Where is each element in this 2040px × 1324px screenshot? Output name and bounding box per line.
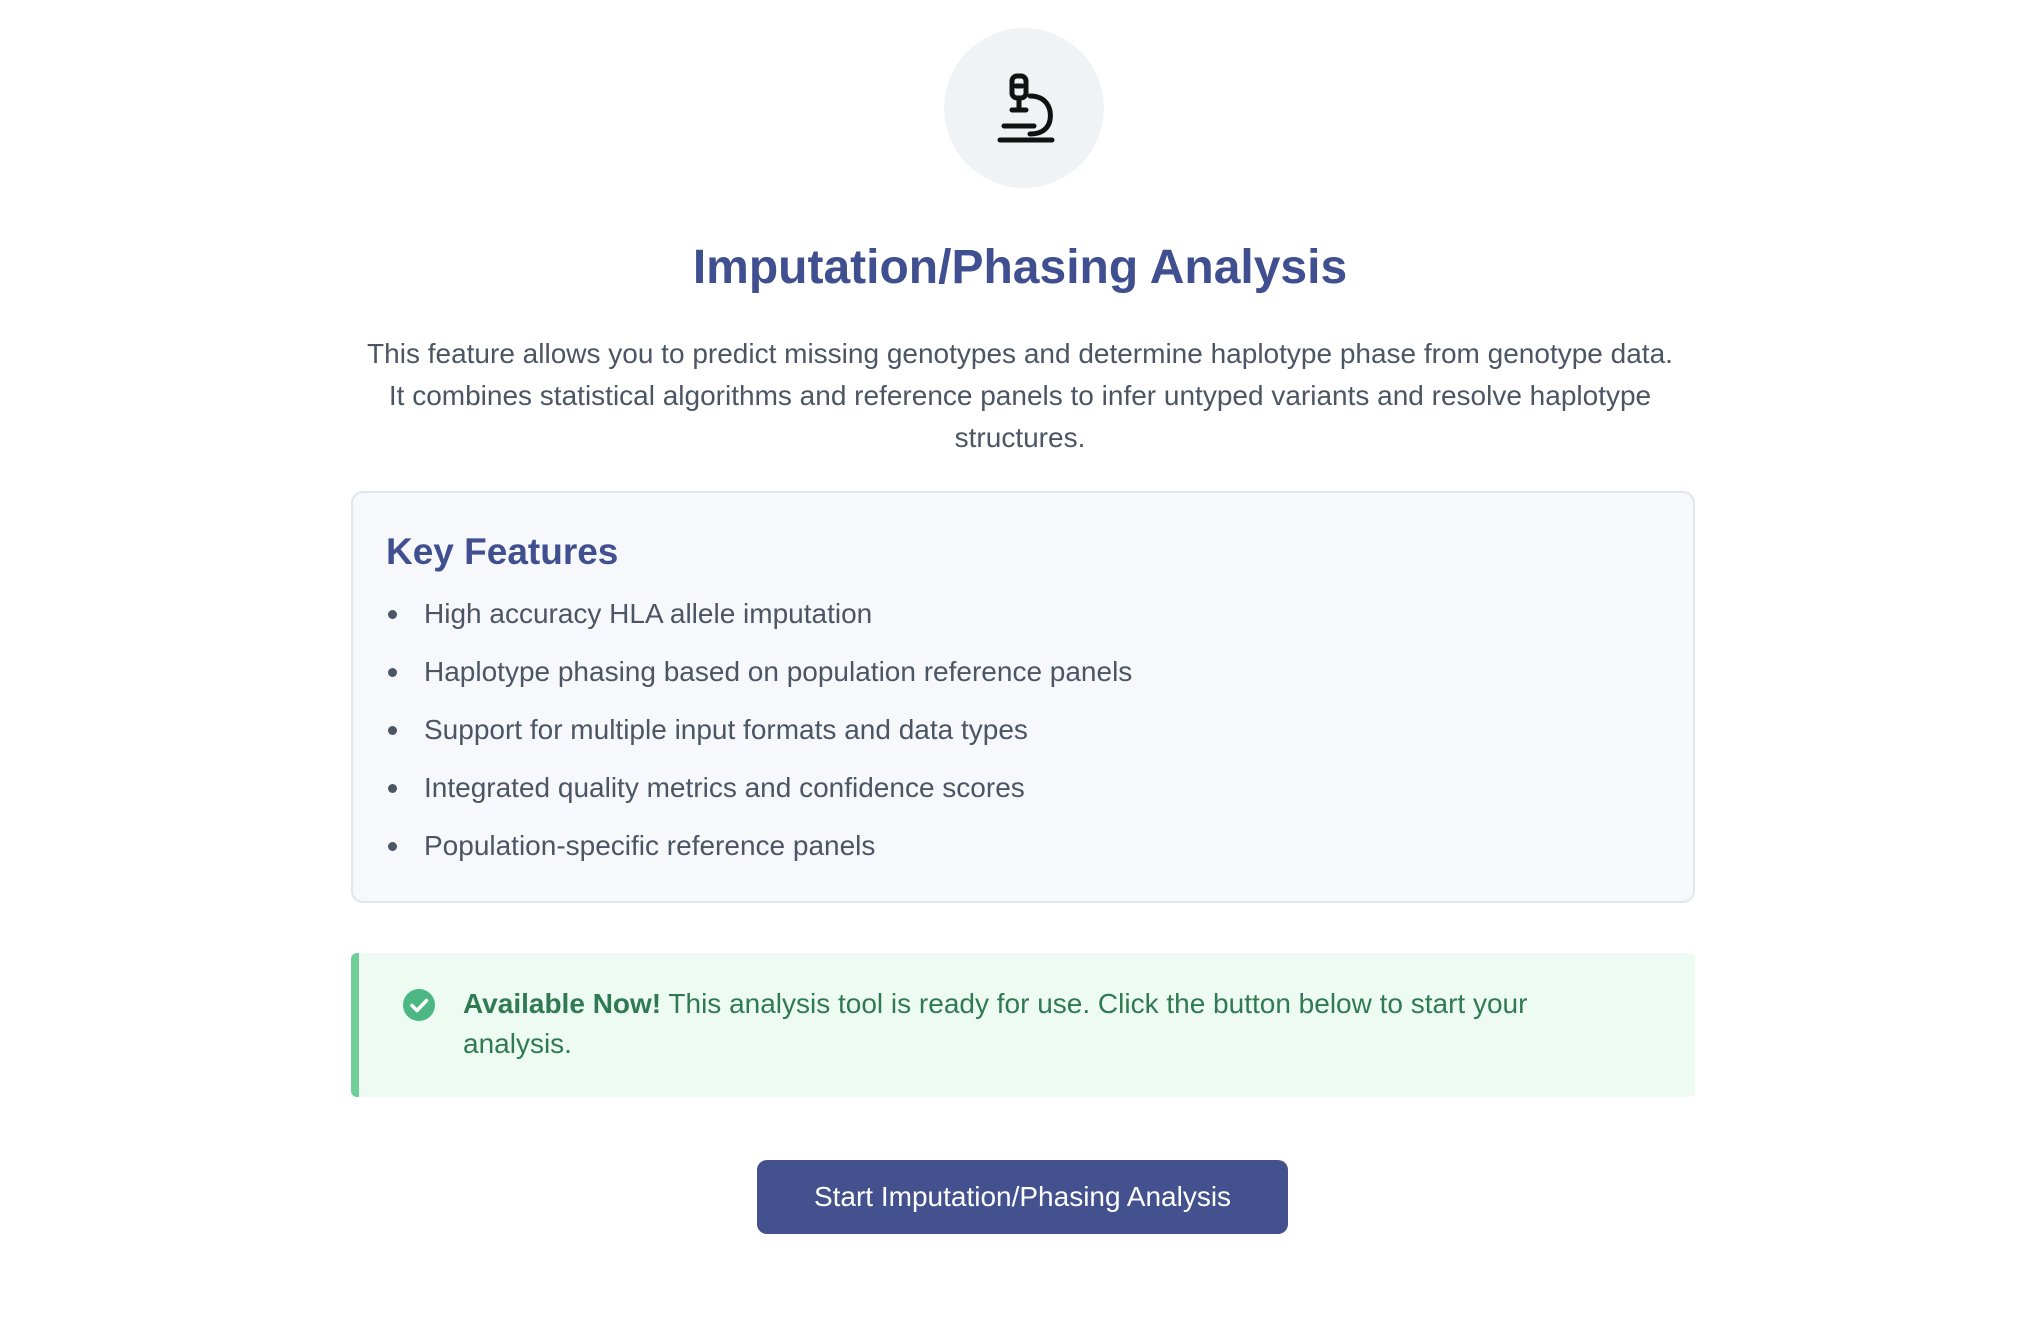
feature-text: High accuracy HLA allele imputation bbox=[424, 598, 873, 629]
key-features-list: High accuracy HLA allele imputation Hapl… bbox=[386, 593, 1132, 883]
key-features-title: Key Features bbox=[386, 531, 619, 572]
list-item: Integrated quality metrics and confidenc… bbox=[386, 767, 1132, 825]
check-circle-icon bbox=[403, 989, 435, 1021]
bullet-icon bbox=[388, 610, 397, 619]
start-analysis-button[interactable]: Start Imputation/Phasing Analysis bbox=[757, 1160, 1288, 1234]
imputation-phasing-page: Imputation/Phasing Analysis This feature… bbox=[0, 0, 2040, 1324]
list-item: Population-specific reference panels bbox=[386, 825, 1132, 883]
feature-text: Support for multiple input formats and d… bbox=[424, 714, 1028, 745]
bullet-icon bbox=[388, 842, 397, 851]
list-item: Haplotype phasing based on population re… bbox=[386, 651, 1132, 709]
list-item: High accuracy HLA allele imputation bbox=[386, 593, 1132, 651]
list-item: Support for multiple input formats and d… bbox=[386, 709, 1132, 767]
key-features-card: Key Features High accuracy HLA allele im… bbox=[351, 491, 1695, 903]
notice-message: Available Now! This analysis tool is rea… bbox=[463, 984, 1643, 1064]
page-description: This feature allows you to predict missi… bbox=[367, 338, 1673, 453]
bullet-icon bbox=[388, 668, 397, 677]
header-icon-circle bbox=[944, 28, 1104, 188]
bullet-icon bbox=[388, 784, 397, 793]
availability-notice: Available Now! This analysis tool is rea… bbox=[351, 953, 1695, 1097]
feature-text: Haplotype phasing based on population re… bbox=[424, 656, 1133, 687]
notice-bold-label: Available Now! bbox=[463, 988, 662, 1019]
feature-text: Integrated quality metrics and confidenc… bbox=[424, 772, 1025, 803]
feature-text: Population-specific reference panels bbox=[424, 830, 876, 861]
microscope-icon bbox=[997, 73, 1055, 143]
page-title: Imputation/Phasing Analysis bbox=[692, 241, 1348, 294]
bullet-icon bbox=[388, 726, 397, 735]
